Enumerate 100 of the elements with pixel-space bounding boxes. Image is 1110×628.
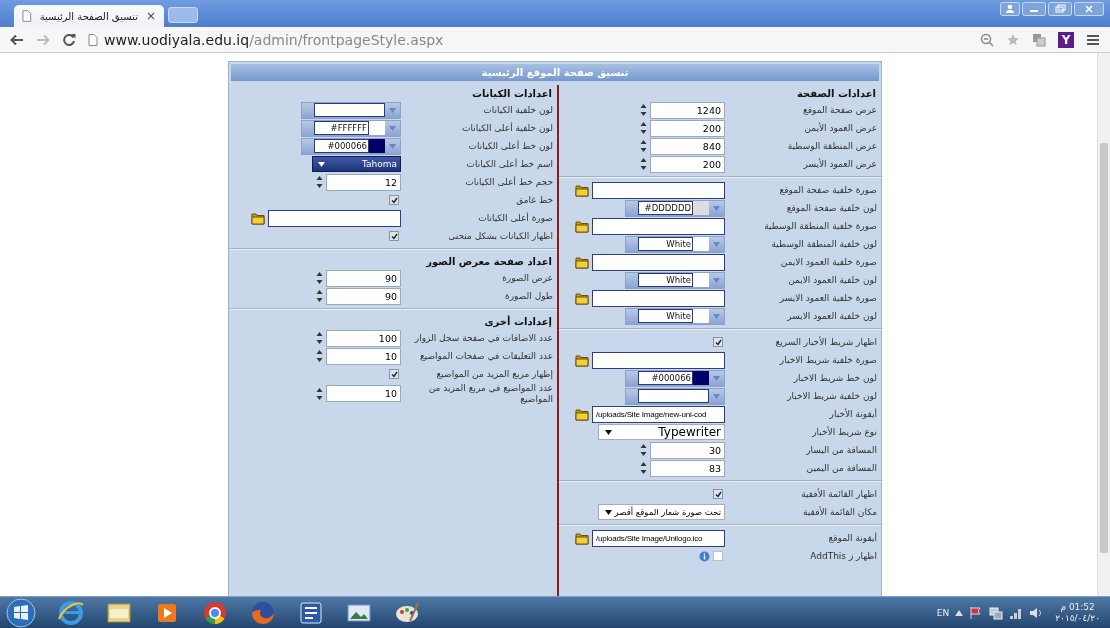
caret-icon[interactable] xyxy=(955,609,964,616)
folder-icon[interactable] xyxy=(575,255,589,269)
scrollbar[interactable] xyxy=(1097,53,1110,596)
folder-icon[interactable] xyxy=(575,353,589,367)
font-dropdown[interactable]: Tahoma xyxy=(312,156,401,172)
checkbox[interactable] xyxy=(389,195,399,205)
color-picker[interactable]: #FFFFFF xyxy=(301,119,401,137)
reload-icon[interactable] xyxy=(62,32,76,47)
number-field[interactable]: 30 xyxy=(650,441,725,459)
field-label: عرض المنطقة الوسطية xyxy=(786,140,877,152)
spinner-arrows-icon[interactable] xyxy=(640,157,647,171)
flag-icon[interactable] xyxy=(969,605,984,620)
color-picker[interactable]: #000066 xyxy=(301,137,401,155)
number-field[interactable]: 200 xyxy=(650,155,725,173)
spinner-arrows-icon[interactable] xyxy=(640,443,647,457)
image-path-field[interactable]: /uploads/Site Image/Unilogo.ico xyxy=(592,529,725,547)
folder-icon[interactable] xyxy=(575,183,589,197)
field-label: صورة خلفية المنطقة الوسطية xyxy=(763,220,877,232)
field-label: اظهار القائمة الأفقية xyxy=(800,488,877,500)
dropdown[interactable]: تحت صورة شعار الموقع أقصر xyxy=(598,504,725,520)
number-field[interactable]: 83 xyxy=(650,459,725,477)
field-label: عرض الصورة xyxy=(501,272,553,284)
spinner-arrows-icon[interactable] xyxy=(316,289,323,303)
color-picker[interactable]: #000066 xyxy=(625,369,725,387)
checkbox[interactable] xyxy=(713,337,723,347)
spinner-arrows-icon[interactable] xyxy=(316,175,323,189)
section-heading: إعدادات أخرى xyxy=(483,314,553,329)
spinner-arrows-icon[interactable] xyxy=(640,461,647,475)
image-path-field[interactable] xyxy=(592,289,725,307)
dropdown-arrow-icon xyxy=(605,429,612,435)
number-field[interactable]: 12 xyxy=(326,173,401,191)
image-path-field[interactable] xyxy=(592,181,725,199)
extension-button[interactable]: Y xyxy=(1058,31,1074,48)
field-label: لون خلفية صفحة الموقع xyxy=(785,202,877,214)
spinner-arrows-icon[interactable] xyxy=(640,139,647,153)
translate-icon[interactable] xyxy=(1032,32,1046,47)
color-picker[interactable]: White xyxy=(625,271,725,289)
close-icon[interactable] xyxy=(1074,2,1104,16)
section-heading: اعداد صفحة معرض الصور xyxy=(424,254,553,269)
field-label: اظهار شريط الأخبار السريع xyxy=(774,336,877,348)
user-icon[interactable] xyxy=(1000,2,1020,16)
network-icon[interactable] xyxy=(989,605,1004,620)
number-field[interactable]: 90 xyxy=(326,287,401,305)
checkbox[interactable] xyxy=(713,489,723,499)
number-field[interactable]: 840 xyxy=(650,137,725,155)
number-field[interactable]: 200 xyxy=(650,119,725,137)
speaker-icon[interactable] xyxy=(1029,605,1044,620)
folder-icon[interactable] xyxy=(575,407,589,421)
image-path-field[interactable] xyxy=(268,209,401,227)
section-heading: اعدادات الكيانات xyxy=(471,86,553,101)
clock-date[interactable]: ٢٠١٥/٠٤/٢٠ xyxy=(1055,612,1100,623)
spinner-arrows-icon[interactable] xyxy=(316,349,323,363)
spinner-arrows-icon[interactable] xyxy=(316,271,323,285)
menu-icon[interactable] xyxy=(1086,33,1100,46)
color-picker[interactable]: White xyxy=(625,235,725,253)
image-path-field[interactable]: /uploads/Site Image/new-uni-cod xyxy=(592,405,725,423)
number-field[interactable]: 10 xyxy=(326,347,401,365)
clock-time[interactable]: 01:52 م xyxy=(1060,602,1095,613)
spinner-arrows-icon[interactable] xyxy=(640,103,647,117)
dropdown[interactable]: Typewriter xyxy=(598,424,725,440)
address-field[interactable]: www.uodiyala.edu.iq/admin/frontpageStyle.aspx xyxy=(88,30,968,49)
folder-icon[interactable] xyxy=(575,291,589,305)
field-label: لون خلفية العمود الايمن xyxy=(787,274,877,286)
number-field[interactable]: 1240 xyxy=(650,101,725,119)
number-field[interactable]: 100 xyxy=(326,329,401,347)
field-label: صورة خلفية شريط الاخبار xyxy=(778,354,877,366)
color-picker[interactable] xyxy=(625,387,725,405)
close-tab-button[interactable]: × xyxy=(145,9,156,23)
spinner-arrows-icon[interactable] xyxy=(640,121,647,135)
field-label: طول الصورة xyxy=(504,290,553,302)
field-label: حجم خط أعلى الكيانات xyxy=(464,176,553,188)
image-path-field[interactable] xyxy=(592,217,725,235)
color-picker[interactable]: White xyxy=(625,307,725,325)
folder-icon[interactable] xyxy=(251,211,265,225)
spinner-arrows-icon[interactable] xyxy=(316,331,323,345)
browser-tab[interactable]: تنسيق الصفحة الرئيسية × xyxy=(14,5,164,27)
minimize-icon[interactable] xyxy=(1022,2,1046,16)
checkbox[interactable] xyxy=(389,369,399,379)
zoom-icon[interactable] xyxy=(980,32,994,47)
spinner-arrows-icon[interactable] xyxy=(316,386,323,401)
number-field[interactable]: 90 xyxy=(326,269,401,287)
star-icon[interactable] xyxy=(1006,32,1020,47)
field-label: لون خلفية أعلى الكيانات xyxy=(461,122,553,134)
field-label: عدد الاضافات في صفحة سجل الزوار xyxy=(413,332,553,344)
start-button[interactable] xyxy=(4,597,38,628)
dropdown-arrow-icon xyxy=(318,161,325,167)
image-path-field[interactable] xyxy=(592,351,725,369)
page-icon xyxy=(22,10,32,22)
color-picker[interactable] xyxy=(301,101,401,119)
folder-icon[interactable] xyxy=(575,531,589,545)
number-field[interactable]: 10 xyxy=(326,385,401,403)
info-icon[interactable] xyxy=(699,550,710,562)
field-label: أيقونة الموقع xyxy=(827,532,877,544)
checkbox[interactable] xyxy=(389,231,399,241)
color-picker[interactable]: #DDDDDD xyxy=(625,199,725,217)
language-indicator[interactable]: EN xyxy=(936,607,950,618)
browser-e-icon[interactable] xyxy=(56,598,86,627)
image-path-field[interactable] xyxy=(592,253,725,271)
folder-icon[interactable] xyxy=(575,219,589,233)
back-icon[interactable] xyxy=(10,33,24,46)
